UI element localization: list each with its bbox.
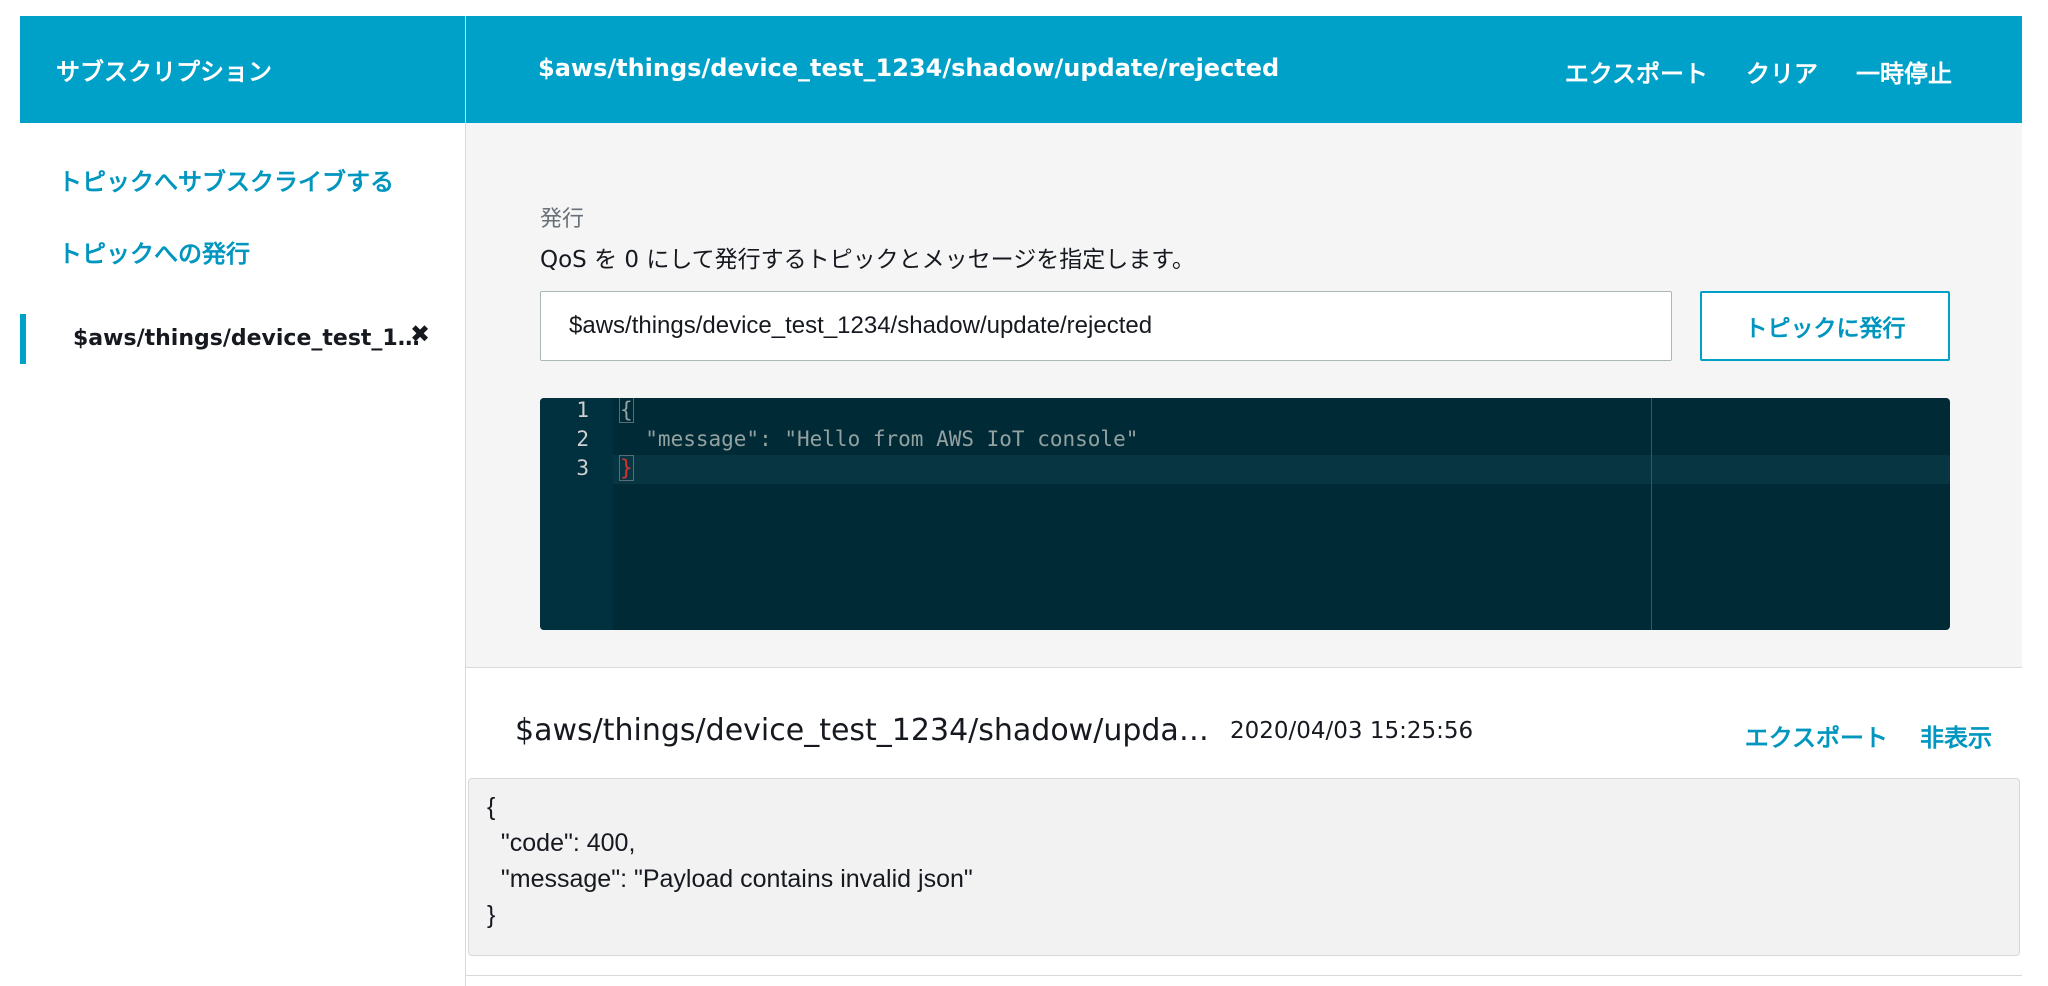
line-number: 3 (576, 456, 589, 480)
clear-button[interactable]: クリア (1746, 54, 1818, 89)
publish-to-topic-link[interactable]: トピックへの発行 (58, 234, 250, 269)
line-number: 2 (576, 427, 589, 451)
subscribe-to-topic-link[interactable]: トピックへサブスクライブする (58, 162, 394, 197)
message-topic: $aws/things/device_test_1234/shadow/upda… (515, 713, 1215, 748)
subscription-item[interactable]: $aws/things/device_test_1234/shadow/upda… (20, 314, 466, 364)
payload-line: } (487, 901, 496, 929)
code-line: } (619, 455, 634, 481)
payload-line: "code": 400, (487, 829, 636, 857)
main-header: $aws/things/device_test_1234/shadow/upda… (466, 16, 2022, 123)
export-button[interactable]: エクスポート (1565, 54, 1708, 89)
message-hide-button[interactable]: 非表示 (1920, 718, 1992, 753)
header-actions: エクスポート クリア 一時停止 (1565, 54, 1952, 89)
message-timestamp: 2020/04/03 15:25:56 (1230, 718, 1474, 744)
editor-gutter: 1 2 3 (540, 398, 613, 630)
publish-section: 発行 QoS を 0 にして発行するトピックとメッセージを指定します。 トピック… (466, 123, 2022, 668)
active-indicator (20, 314, 26, 364)
pause-button[interactable]: 一時停止 (1856, 54, 1952, 89)
sidebar-title: サブスクリプション (20, 16, 465, 123)
close-icon[interactable]: ✖ (410, 320, 430, 348)
main-panel: $aws/things/device_test_1234/shadow/upda… (466, 16, 2022, 986)
line-number: 1 (576, 398, 589, 422)
app-frame: サブスクリプション トピックへサブスクライブする トピックへの発行 $aws/t… (20, 16, 2022, 986)
message-payload: { "code": 400, "message": "Payload conta… (468, 778, 2020, 956)
publish-to-topic-button[interactable]: トピックに発行 (1700, 291, 1950, 361)
message-header: $aws/things/device_test_1234/shadow/upda… (466, 668, 2022, 778)
current-topic-title: $aws/things/device_test_1234/shadow/upda… (538, 54, 1280, 82)
payload-line: { (487, 793, 496, 821)
divider (466, 975, 2022, 976)
print-margin (1651, 398, 1652, 630)
message-editor[interactable]: 1 2 3 { "message": "Hello from AWS IoT c… (540, 398, 1950, 630)
publish-description: QoS を 0 にして発行するトピックとメッセージを指定します。 (540, 247, 1195, 273)
message-export-button[interactable]: エクスポート (1745, 718, 1888, 753)
message-actions: エクスポート 非表示 (1745, 718, 1992, 753)
code-line: "message": "Hello from AWS IoT console" (620, 427, 1139, 451)
sidebar: サブスクリプション トピックへサブスクライブする トピックへの発行 $aws/t… (20, 16, 466, 986)
subscription-name: $aws/things/device_test_1234/shadow/upda… (73, 326, 423, 351)
code-line: { (619, 398, 634, 423)
payload-line: "message": "Payload contains invalid jso… (487, 865, 973, 893)
active-line-highlight (613, 455, 1950, 484)
topic-input[interactable] (540, 291, 1672, 361)
publish-label: 発行 (540, 207, 585, 232)
